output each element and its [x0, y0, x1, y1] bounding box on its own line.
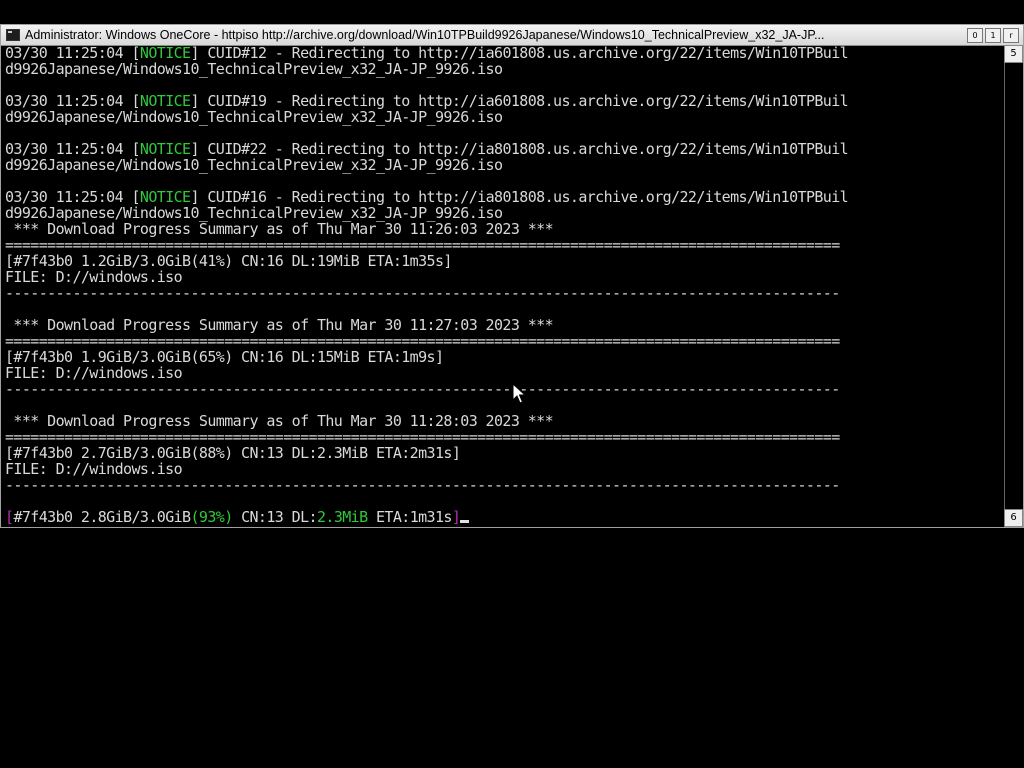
- console-line: *** Download Progress Summary as of Thu …: [5, 413, 1003, 429]
- console-line: d9926Japanese/Windows10_TechnicalPreview…: [5, 157, 1003, 173]
- highlighted-text: 2.3MiB: [316, 508, 368, 525]
- console-app-icon[interactable]: [6, 29, 20, 41]
- title-bar[interactable]: Administrator: Windows OneCore - httpiso…: [1, 25, 1023, 46]
- text-cursor: [460, 520, 470, 523]
- console-line: d9926Japanese/Windows10_TechnicalPreview…: [5, 61, 1003, 77]
- console-text: d9926Japanese/Windows10_TechnicalPreview…: [5, 108, 503, 126]
- console-text: #7f43b0 2.8GiB/3.0GiB: [13, 508, 191, 525]
- window-title: Administrator: Windows OneCore - httpiso…: [25, 28, 825, 42]
- minimize-button[interactable]: 0: [967, 28, 983, 43]
- console-line: d9926Japanese/Windows10_TechnicalPreview…: [5, 205, 1003, 221]
- console-line: [#7f43b0 1.9GiB/3.0GiB(65%) CN:16 DL:15M…: [5, 349, 1003, 365]
- console-line: d9926Japanese/Windows10_TechnicalPreview…: [5, 109, 1003, 125]
- console-line: ----------------------------------------…: [5, 285, 1003, 301]
- console-window: Administrator: Windows OneCore - httpiso…: [0, 24, 1024, 528]
- console-line: [#7f43b0 1.2GiB/3.0GiB(41%) CN:16 DL:19M…: [5, 253, 1003, 269]
- mouse-pointer-icon: [512, 383, 526, 404]
- console-line: ========================================…: [5, 429, 1003, 445]
- console-line: ========================================…: [5, 237, 1003, 253]
- console-line: *** Download Progress Summary as of Thu …: [5, 221, 1003, 237]
- console-text: d9926Japanese/Windows10_TechnicalPreview…: [5, 60, 503, 78]
- console-line: FILE: D://windows.iso: [5, 269, 1003, 285]
- console-output[interactable]: 03/30 11:25:04 [NOTICE] CUID#12 - Redire…: [5, 45, 1003, 525]
- console-text: ----------------------------------------…: [5, 284, 840, 302]
- window-controls: 0 1 r: [967, 28, 1019, 43]
- vertical-scrollbar[interactable]: 5 6: [1004, 45, 1023, 527]
- console-text: ----------------------------------------…: [5, 380, 840, 398]
- console-text: CN:13 DL:: [232, 508, 317, 525]
- console-line: 03/30 11:25:04 [NOTICE] CUID#19 - Redire…: [5, 93, 1003, 109]
- maximize-button[interactable]: 1: [985, 28, 1001, 43]
- close-button[interactable]: r: [1003, 28, 1019, 43]
- console-line: ----------------------------------------…: [5, 381, 1003, 397]
- console-line: ========================================…: [5, 333, 1003, 349]
- console-line: ----------------------------------------…: [5, 477, 1003, 493]
- console-text: d9926Japanese/Windows10_TechnicalPreview…: [5, 156, 503, 174]
- scroll-up-button[interactable]: 5: [1004, 45, 1023, 63]
- bracket-text: ]: [451, 508, 461, 525]
- console-line: [#7f43b0 2.8GiB/3.0GiB(93%) CN:13 DL:2.3…: [5, 509, 1003, 525]
- console-line: FILE: D://windows.iso: [5, 365, 1003, 381]
- console-line: [#7f43b0 2.7GiB/3.0GiB(88%) CN:13 DL:2.3…: [5, 445, 1003, 461]
- console-text: ETA:1m31s: [367, 508, 452, 525]
- console-text: ----------------------------------------…: [5, 476, 840, 494]
- console-line: 03/30 11:25:04 [NOTICE] CUID#12 - Redire…: [5, 45, 1003, 61]
- console-line: FILE: D://windows.iso: [5, 461, 1003, 477]
- console-line: 03/30 11:25:04 [NOTICE] CUID#16 - Redire…: [5, 189, 1003, 205]
- scroll-down-button[interactable]: 6: [1004, 509, 1023, 527]
- console-line: 03/30 11:25:04 [NOTICE] CUID#22 - Redire…: [5, 141, 1003, 157]
- console-line: *** Download Progress Summary as of Thu …: [5, 317, 1003, 333]
- highlighted-text: (93%): [190, 508, 233, 525]
